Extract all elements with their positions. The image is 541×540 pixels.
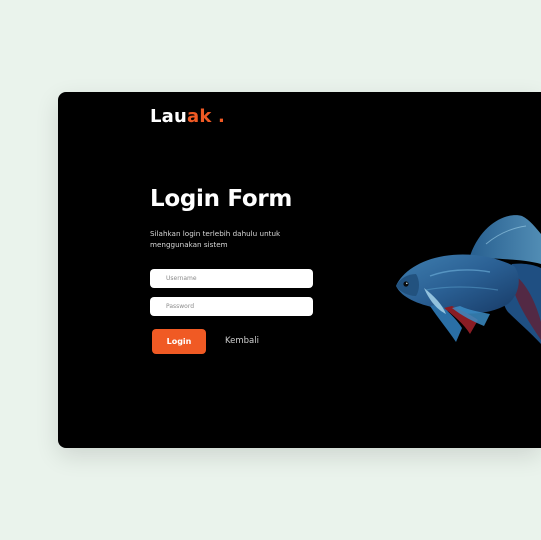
betta-fish-image xyxy=(396,215,541,344)
brand-name-main: Lau xyxy=(150,106,188,127)
login-card: Lauak . Login Form Silahkan login terleb… xyxy=(58,92,541,448)
page-title: Login Form xyxy=(150,186,293,212)
brand-dot-char: . xyxy=(218,106,226,127)
brand-logo[interactable]: Lauak . xyxy=(150,106,225,127)
username-input[interactable] xyxy=(150,269,313,288)
brand-name-accent: ak xyxy=(187,106,212,127)
back-link[interactable]: Kembali xyxy=(225,336,259,346)
password-input[interactable] xyxy=(150,297,313,316)
login-button[interactable]: Login xyxy=(152,329,206,354)
form-subtitle: Silahkan login terlebih dahulu untuk men… xyxy=(150,229,281,249)
